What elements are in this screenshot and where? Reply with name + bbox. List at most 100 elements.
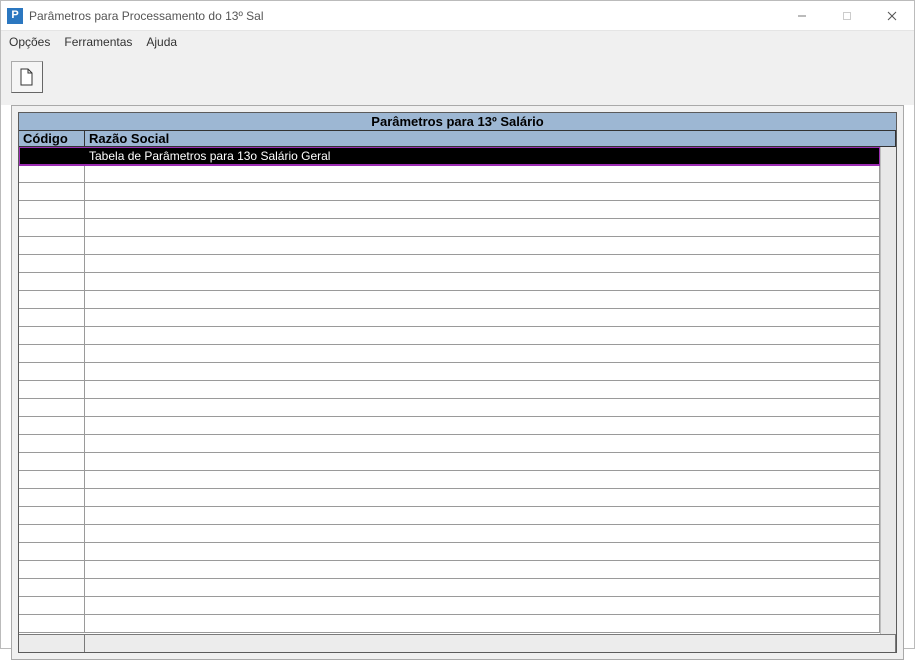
table-row-empty[interactable] [19, 579, 880, 597]
cell-razao [85, 615, 880, 632]
table-row-empty[interactable] [19, 345, 880, 363]
cell-codigo [19, 237, 85, 254]
cell-codigo [19, 507, 85, 524]
cell-codigo [19, 489, 85, 506]
cell-codigo [19, 597, 85, 614]
cell-razao [85, 327, 880, 344]
grid-header-row: Código Razão Social [19, 131, 896, 147]
cell-codigo [19, 417, 85, 434]
cell-codigo [19, 345, 85, 362]
cell-razao [85, 525, 880, 542]
grid-title: Parâmetros para 13º Salário [19, 113, 896, 131]
vertical-scrollbar[interactable] [880, 147, 896, 634]
cell-codigo [19, 399, 85, 416]
cell-razao [85, 291, 880, 308]
table-row-empty[interactable] [19, 489, 880, 507]
cell-codigo [19, 327, 85, 344]
cell-codigo [19, 363, 85, 380]
table-row-empty[interactable] [19, 381, 880, 399]
maximize-button[interactable] [824, 1, 869, 30]
cell-codigo [19, 615, 85, 632]
toolbar [1, 53, 914, 105]
cell-codigo [19, 579, 85, 596]
cell-razao [85, 417, 880, 434]
table-row-empty[interactable] [19, 453, 880, 471]
table-row-empty[interactable] [19, 327, 880, 345]
menu-opcoes[interactable]: Opções [9, 35, 50, 49]
cell-razao [85, 507, 880, 524]
table-row-empty[interactable] [19, 435, 880, 453]
menu-ajuda[interactable]: Ajuda [146, 35, 177, 49]
table-row-empty[interactable] [19, 219, 880, 237]
cell-razao [85, 219, 880, 236]
table-row-empty[interactable] [19, 399, 880, 417]
cell-codigo [19, 525, 85, 542]
cell-razao [85, 579, 880, 596]
cell-codigo [19, 165, 85, 182]
cell-codigo [19, 201, 85, 218]
column-header-codigo[interactable]: Código [19, 131, 85, 146]
new-document-button[interactable] [11, 61, 43, 93]
cell-razao [85, 489, 880, 506]
cell-razao [85, 471, 880, 488]
cell-codigo [19, 381, 85, 398]
cell-codigo [19, 273, 85, 290]
grid-footer [19, 634, 896, 652]
cell-razao [85, 453, 880, 470]
cell-razao [85, 543, 880, 560]
data-grid[interactable]: Parâmetros para 13º Salário Código Razão… [18, 112, 897, 653]
table-row-empty[interactable] [19, 507, 880, 525]
cell-codigo [19, 183, 85, 200]
table-row-empty[interactable] [19, 165, 880, 183]
footer-cell-razao [85, 635, 896, 652]
cell-codigo [19, 561, 85, 578]
table-row-empty[interactable] [19, 255, 880, 273]
cell-codigo [19, 435, 85, 452]
cell-razao [85, 309, 880, 326]
cell-codigo [19, 309, 85, 326]
cell-razao [85, 273, 880, 290]
table-row-empty[interactable] [19, 309, 880, 327]
table-row-empty[interactable] [19, 471, 880, 489]
column-header-razao[interactable]: Razão Social [85, 131, 896, 146]
table-row-empty[interactable] [19, 201, 880, 219]
cell-razao: Tabela de Parâmetros para 13o Salário Ge… [85, 147, 880, 164]
close-button[interactable] [869, 1, 914, 30]
table-row-empty[interactable] [19, 183, 880, 201]
menubar: Opções Ferramentas Ajuda [1, 31, 914, 53]
table-row-empty[interactable] [19, 291, 880, 309]
footer-cell-codigo [19, 635, 85, 652]
cell-razao [85, 435, 880, 452]
table-row-empty[interactable] [19, 543, 880, 561]
cell-razao [85, 399, 880, 416]
table-row-empty[interactable] [19, 615, 880, 633]
table-row-empty[interactable] [19, 363, 880, 381]
content-panel: Parâmetros para 13º Salário Código Razão… [11, 105, 904, 660]
cell-codigo [19, 255, 85, 272]
document-icon [19, 68, 35, 86]
app-icon: P [7, 8, 23, 24]
table-row-empty[interactable] [19, 417, 880, 435]
cell-razao [85, 183, 880, 200]
app-icon-letter: P [11, 10, 18, 21]
table-row-empty[interactable] [19, 273, 880, 291]
window-title: Parâmetros para Processamento do 13º Sal [29, 9, 264, 23]
menu-ferramentas[interactable]: Ferramentas [64, 35, 132, 49]
cell-codigo [19, 543, 85, 560]
minimize-button[interactable] [779, 1, 824, 30]
table-row-empty[interactable] [19, 237, 880, 255]
table-row-empty[interactable] [19, 561, 880, 579]
cell-codigo [19, 453, 85, 470]
cell-codigo [19, 219, 85, 236]
table-row[interactable]: Tabela de Parâmetros para 13o Salário Ge… [19, 147, 880, 165]
cell-razao [85, 255, 880, 272]
cell-razao [85, 345, 880, 362]
table-row-empty[interactable] [19, 597, 880, 615]
cell-codigo [19, 471, 85, 488]
cell-razao [85, 561, 880, 578]
grid-body: Tabela de Parâmetros para 13o Salário Ge… [19, 147, 896, 634]
table-row-empty[interactable] [19, 525, 880, 543]
cell-razao [85, 165, 880, 182]
cell-razao [85, 381, 880, 398]
cell-razao [85, 597, 880, 614]
